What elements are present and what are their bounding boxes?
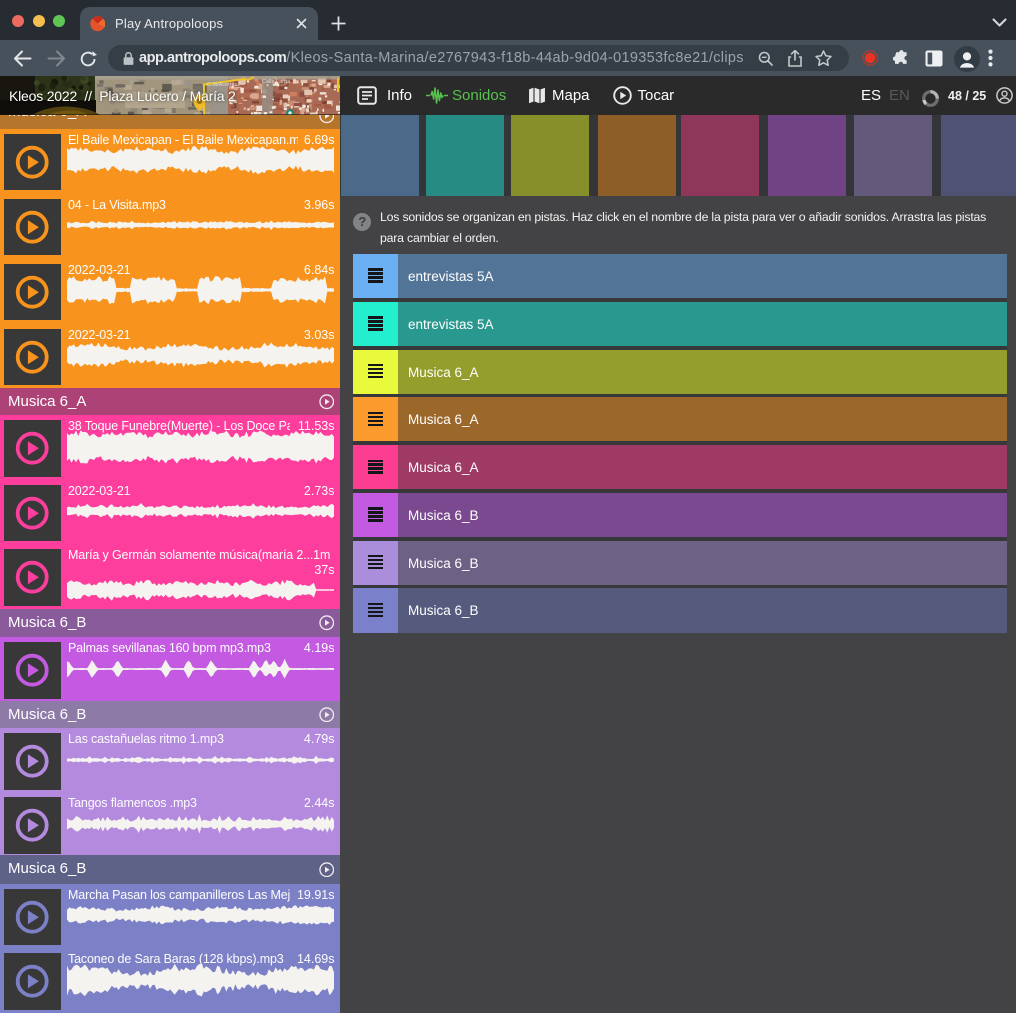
svg-text:Calle Larga: Calle Larga [262,79,291,85]
